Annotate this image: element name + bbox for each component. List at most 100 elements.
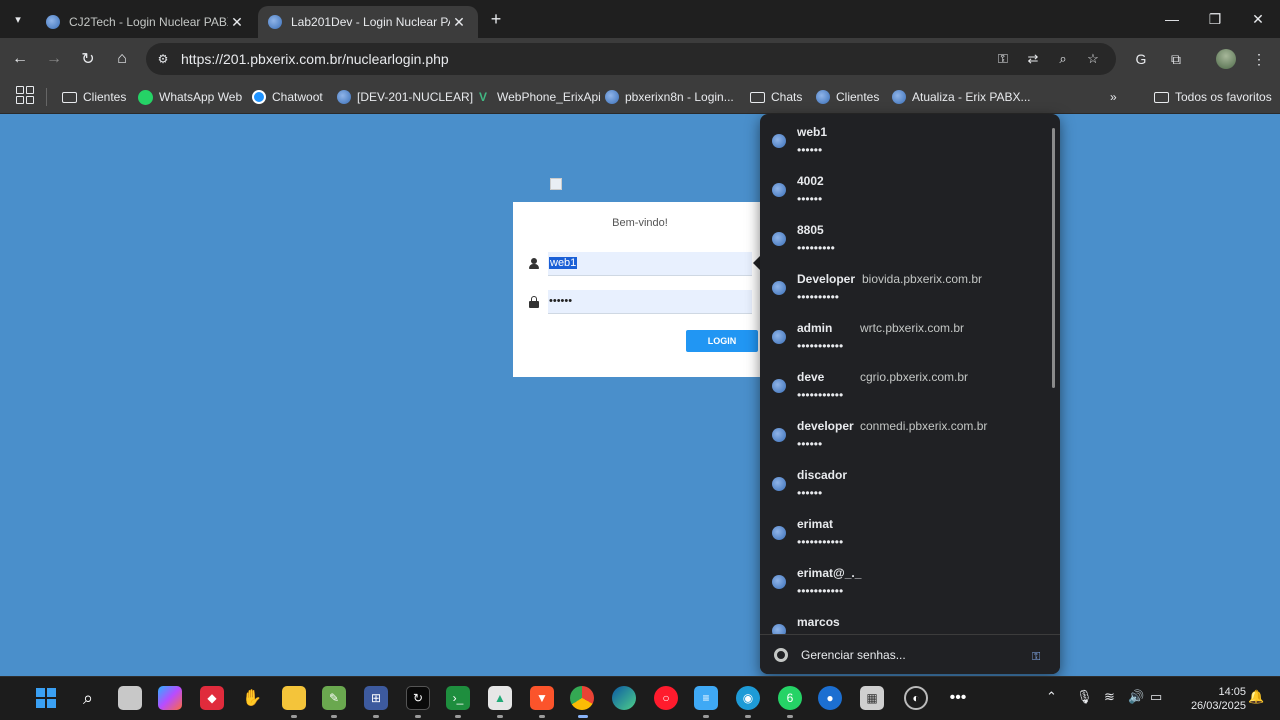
bookmark-whatsapp[interactable]: WhatsApp Web bbox=[138, 86, 242, 108]
bookmark-star-icon[interactable]: ☆ bbox=[1084, 50, 1102, 68]
username-input[interactable]: web1 bbox=[548, 252, 752, 276]
saved-username: erimat bbox=[797, 517, 834, 531]
bookmark-webphone[interactable]: V WebPhone_ErixApi bbox=[475, 86, 601, 108]
tab-close-icon[interactable]: ✕ bbox=[228, 14, 246, 31]
extensions-icon[interactable]: ⧉ bbox=[1164, 47, 1188, 71]
manage-passwords-button[interactable]: Gerenciar senhas... ⚿ bbox=[760, 634, 1060, 674]
bookmarks-overflow-button[interactable]: » bbox=[1110, 86, 1117, 108]
address-bar[interactable]: ⚙ https://201.pbxerix.com.br/nuclearlogi… bbox=[146, 43, 1116, 75]
minimize-button[interactable]: — bbox=[1150, 0, 1194, 38]
anydesk-button[interactable]: ◆ bbox=[200, 686, 224, 710]
password-input[interactable]: •••••• bbox=[548, 290, 752, 314]
tab-close-icon[interactable]: ✕ bbox=[450, 14, 468, 31]
microphone-icon[interactable]: 🎙 bbox=[1076, 689, 1093, 705]
edge-button[interactable] bbox=[612, 686, 636, 710]
notepad-plus-button[interactable]: ✎ bbox=[322, 686, 346, 710]
app-button-3[interactable]: ◉ bbox=[736, 686, 760, 710]
chatwoot-icon bbox=[252, 90, 266, 104]
bookmark-chatwoot[interactable]: Chatwoot bbox=[252, 86, 323, 108]
opera-button[interactable]: ○ bbox=[654, 686, 678, 710]
manage-passwords-label: Gerenciar senhas... bbox=[801, 648, 906, 662]
saved-password-item[interactable]: admin wrtc.pbxerix.com.br ••••••••••• bbox=[760, 310, 1050, 359]
key-icon[interactable]: ⚿ bbox=[994, 50, 1012, 68]
taskbar: ⌕ ◆ ✋ ✎ ⊞ ↻ ›_ ▲ ▼ ○ ≡ ◉ 6 ● ▦ ◐ ••• ⌃ 🎙… bbox=[0, 676, 1280, 720]
start-button[interactable] bbox=[34, 686, 58, 710]
saved-password-item[interactable]: deve cgrio.pbxerix.com.br ••••••••••• bbox=[760, 359, 1050, 408]
saved-password-item[interactable]: discador •••••• bbox=[760, 457, 1050, 506]
app-button-2[interactable]: ▲ bbox=[488, 686, 512, 710]
url-text[interactable]: https://201.pbxerix.com.br/nuclearlogin.… bbox=[181, 51, 449, 67]
bookmark-dev-201[interactable]: [DEV-201-NUCLEAR] bbox=[337, 86, 473, 108]
bookmark-chats-folder[interactable]: Chats bbox=[750, 86, 802, 108]
forward-button[interactable]: → bbox=[41, 46, 67, 72]
back-button[interactable]: ← bbox=[7, 46, 33, 72]
avatar[interactable] bbox=[1216, 49, 1236, 69]
saved-password-item[interactable]: developer conmedi.pbxerix.com.br •••••• bbox=[760, 408, 1050, 457]
app-button[interactable]: ✋ bbox=[240, 686, 264, 710]
saved-password-item[interactable]: marcos bbox=[760, 604, 1050, 634]
reload-button[interactable]: ↻ bbox=[75, 46, 101, 72]
translate-icon[interactable]: ⇄ bbox=[1024, 50, 1042, 68]
battery-icon[interactable]: ▭ bbox=[1150, 689, 1162, 705]
tab-title: CJ2Tech - Login Nuclear PABX ID bbox=[69, 15, 228, 29]
saved-password-item[interactable]: erimat@_._ ••••••••••• bbox=[760, 555, 1050, 604]
menu-icon[interactable]: ⋮ bbox=[1247, 47, 1271, 71]
saved-password-mask: ••••••••••• bbox=[797, 388, 844, 402]
restore-button[interactable]: ❐ bbox=[1193, 0, 1237, 38]
clock[interactable]: 14:05 26/03/2025 bbox=[1176, 685, 1246, 713]
app-button-5[interactable]: ◐ bbox=[904, 686, 928, 710]
task-view-button[interactable] bbox=[118, 686, 142, 710]
calculator-button[interactable]: ▦ bbox=[860, 686, 884, 710]
login-button[interactable]: LOGIN bbox=[686, 330, 758, 352]
file-explorer-button[interactable] bbox=[282, 686, 306, 710]
saved-password-mask: •••••••••• bbox=[797, 290, 840, 304]
saved-password-item[interactable]: web1 •••••• bbox=[760, 114, 1050, 163]
taskbar-overflow-button[interactable]: ••• bbox=[946, 686, 970, 710]
saved-password-item[interactable]: erimat ••••••••••• bbox=[760, 506, 1050, 555]
saved-password-item[interactable]: Developer biovida.pbxerix.com.br •••••••••… bbox=[760, 261, 1050, 310]
refresh-icon: ↻ bbox=[412, 691, 424, 705]
home-button[interactable]: ⌂ bbox=[109, 46, 135, 72]
tab-search-button[interactable]: ▾ bbox=[6, 7, 30, 31]
site-info-icon[interactable]: ⚙ bbox=[154, 50, 172, 68]
terminal-button[interactable]: ↻ bbox=[406, 686, 430, 710]
zoom-icon[interactable]: ⌕ bbox=[1054, 50, 1072, 68]
apps-grid-icon[interactable] bbox=[16, 86, 34, 104]
reload-icon: ↻ bbox=[81, 51, 95, 68]
brave-button[interactable]: ▼ bbox=[530, 686, 554, 710]
bookmark-atualiza[interactable]: Atualiza - Erix PABX... bbox=[892, 86, 1030, 108]
console-icon: ›_ bbox=[452, 691, 464, 705]
bookmark-clientes[interactable]: Clientes bbox=[816, 86, 879, 108]
running-indicator bbox=[291, 715, 297, 718]
saved-username: admin bbox=[797, 321, 833, 335]
notepad-button[interactable]: ≡ bbox=[694, 686, 718, 710]
saved-password-mask: •••••• bbox=[797, 143, 823, 157]
network-app-button[interactable]: ⊞ bbox=[364, 686, 388, 710]
saved-username: 4002 bbox=[797, 174, 824, 188]
console-button[interactable]: ›_ bbox=[446, 686, 470, 710]
wifi-icon[interactable]: ≋ bbox=[1104, 689, 1115, 705]
bookmark-all-favorites[interactable]: Todos os favoritos bbox=[1154, 86, 1272, 108]
notification-bell-icon[interactable]: 🔔 bbox=[1248, 689, 1264, 705]
copilot-button[interactable] bbox=[158, 686, 182, 710]
whatsapp-button[interactable]: 6 bbox=[778, 686, 802, 710]
scrollbar[interactable] bbox=[1052, 128, 1055, 388]
chevron-down-icon: ▾ bbox=[15, 13, 21, 26]
tab-lab201dev[interactable]: Lab201Dev - Login Nuclear PABX ✕ bbox=[258, 6, 478, 38]
translate-extension-icon[interactable]: G bbox=[1129, 47, 1153, 71]
bookmark-pbxerixn8n[interactable]: pbxerixn8n - Login... bbox=[605, 86, 734, 108]
bookmark-clientes-folder[interactable]: Clientes bbox=[62, 86, 126, 108]
chrome-button[interactable] bbox=[570, 686, 594, 710]
welcome-text: Bem-vindo! bbox=[612, 217, 668, 229]
tray-chevron-icon[interactable]: ⌃ bbox=[1046, 689, 1057, 705]
opera-icon: ○ bbox=[662, 691, 670, 705]
saved-password-item[interactable]: 8805 ••••••••• bbox=[760, 212, 1050, 261]
tab-cj2tech[interactable]: CJ2Tech - Login Nuclear PABX ID ✕ bbox=[36, 6, 256, 38]
search-button[interactable]: ⌕ bbox=[76, 686, 100, 710]
new-tab-button[interactable]: + bbox=[484, 8, 508, 30]
close-window-button[interactable]: ✕ bbox=[1236, 0, 1280, 38]
saved-password-item[interactable]: 4002 •••••• bbox=[760, 163, 1050, 212]
globe-icon bbox=[772, 477, 786, 491]
app-button-4[interactable]: ● bbox=[818, 686, 842, 710]
volume-icon[interactable]: 🔊 bbox=[1128, 689, 1144, 705]
